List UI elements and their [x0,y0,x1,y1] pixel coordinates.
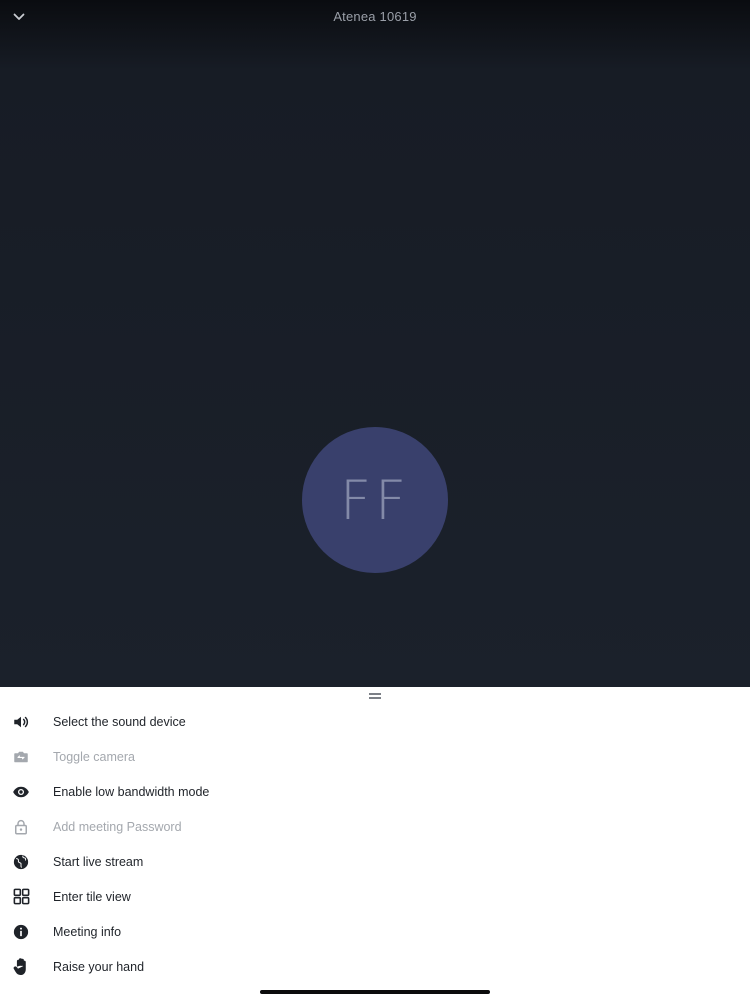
globe-icon [11,852,31,872]
avatar-initials: FF [339,468,411,532]
menu-item-label: Enable low bandwidth mode [53,784,210,799]
menu-item-label: Toggle camera [53,749,135,764]
menu-item-low-bandwidth[interactable]: Enable low bandwidth mode [0,774,750,809]
menu-item-label: Meeting info [53,924,122,939]
menu-item-toggle-camera[interactable]: Toggle camera [0,739,750,774]
home-indicator[interactable] [260,990,490,994]
menu-item-label: Enter tile view [53,889,131,904]
menu-item-label: Start live stream [53,854,144,869]
menu-item-tile-view[interactable]: Enter tile view [0,879,750,914]
menu-item-label: Add meeting Password [53,819,182,834]
hand-icon [11,957,31,977]
switch-camera-icon [11,747,31,767]
menu-item-label: Select the sound device [53,714,186,729]
participant-avatar[interactable]: FF [302,427,448,573]
menu-item-meeting-password[interactable]: Add meeting Password [0,809,750,844]
lock-icon [11,817,31,837]
video-stage: Atenea 10619 FF [0,0,750,687]
meeting-title: Atenea 10619 [333,9,417,24]
volume-icon [11,712,31,732]
menu-item-live-stream[interactable]: Start live stream [0,844,750,879]
overflow-menu-sheet: Select the sound device Toggle camera En… [0,687,750,1000]
menu-item-sound-device[interactable]: Select the sound device [0,704,750,739]
menu-item-raise-hand[interactable]: Raise your hand [0,949,750,984]
eye-icon [11,782,31,802]
top-bar: Atenea 10619 [0,0,750,34]
menu-item-label: Raise your hand [53,959,145,974]
tile-grid-icon [11,887,31,907]
info-icon [11,922,31,942]
drag-handle[interactable] [369,693,381,699]
menu-item-meeting-info[interactable]: Meeting info [0,914,750,949]
